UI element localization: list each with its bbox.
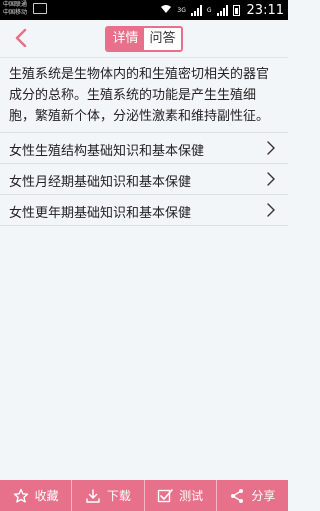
test-label: 测试 bbox=[179, 489, 204, 503]
download-button[interactable]: 下载 bbox=[71, 480, 143, 511]
chevron-right-icon bbox=[267, 141, 275, 155]
star-icon bbox=[13, 488, 28, 503]
signal-strength-icon-2 bbox=[216, 4, 228, 16]
list-item-label: 女性更年期基础知识和基本保健 bbox=[9, 206, 192, 221]
signal-strength-icon bbox=[190, 4, 202, 16]
list-item-label: 女性月经期基础知识和基本保健 bbox=[9, 175, 192, 190]
tab-details[interactable]: 详情 bbox=[107, 28, 144, 50]
list-item[interactable]: 女性更年期基础知识和基本保健 bbox=[0, 194, 288, 226]
network-type-label-2: G bbox=[206, 6, 212, 14]
topic-list: 女性生殖结构基础知识和基本保健 女性月经期基础知识和基本保健 女性更年期基础知识… bbox=[0, 132, 288, 226]
edit-checkbox-icon bbox=[157, 488, 173, 502]
share-button[interactable]: 分享 bbox=[215, 480, 288, 511]
favorite-button[interactable]: 收藏 bbox=[0, 480, 71, 511]
carrier-name-2: 中国移动 bbox=[3, 9, 28, 16]
intro-text: 生殖系统是生物体内的和生殖密切相关的器官成分的总称。生殖系统的功能是产生生殖细胞… bbox=[9, 67, 270, 124]
download-icon bbox=[86, 488, 100, 503]
chevron-right-icon bbox=[267, 203, 275, 217]
list-item-label: 女性生殖结构基础知识和基本保健 bbox=[9, 144, 205, 159]
back-button[interactable] bbox=[7, 24, 35, 52]
top-bar: 详情 问答 bbox=[0, 20, 288, 58]
battery-icon bbox=[232, 4, 240, 16]
status-icons: 3G G 23:11 bbox=[160, 0, 284, 20]
network-type-label: 3G bbox=[177, 6, 186, 14]
share-icon bbox=[231, 488, 244, 503]
wifi-icon bbox=[160, 4, 172, 17]
bottom-action-bar: 收藏 下载 测试 分享 bbox=[0, 480, 288, 511]
chevron-left-icon bbox=[15, 29, 27, 47]
tab-group: 详情 问答 bbox=[105, 26, 183, 52]
status-time: 23:11 bbox=[246, 2, 284, 18]
carrier-name-1: 中国联通 bbox=[3, 1, 28, 8]
chevron-right-icon bbox=[267, 172, 275, 186]
carrier-info: 中国联通 中国移动 bbox=[3, 1, 27, 17]
share-label: 分享 bbox=[251, 489, 276, 503]
list-item[interactable]: 女性生殖结构基础知识和基本保健 bbox=[0, 132, 288, 163]
tab-qa[interactable]: 问答 bbox=[144, 28, 181, 50]
download-label: 下载 bbox=[106, 489, 131, 503]
favorite-label: 收藏 bbox=[34, 489, 59, 503]
image-notification-icon bbox=[33, 3, 47, 14]
list-item[interactable]: 女性月经期基础知识和基本保健 bbox=[0, 163, 288, 194]
test-button[interactable]: 测试 bbox=[143, 480, 216, 511]
status-bar: 中国联通 中国移动 3G G 23:11 bbox=[0, 0, 288, 20]
